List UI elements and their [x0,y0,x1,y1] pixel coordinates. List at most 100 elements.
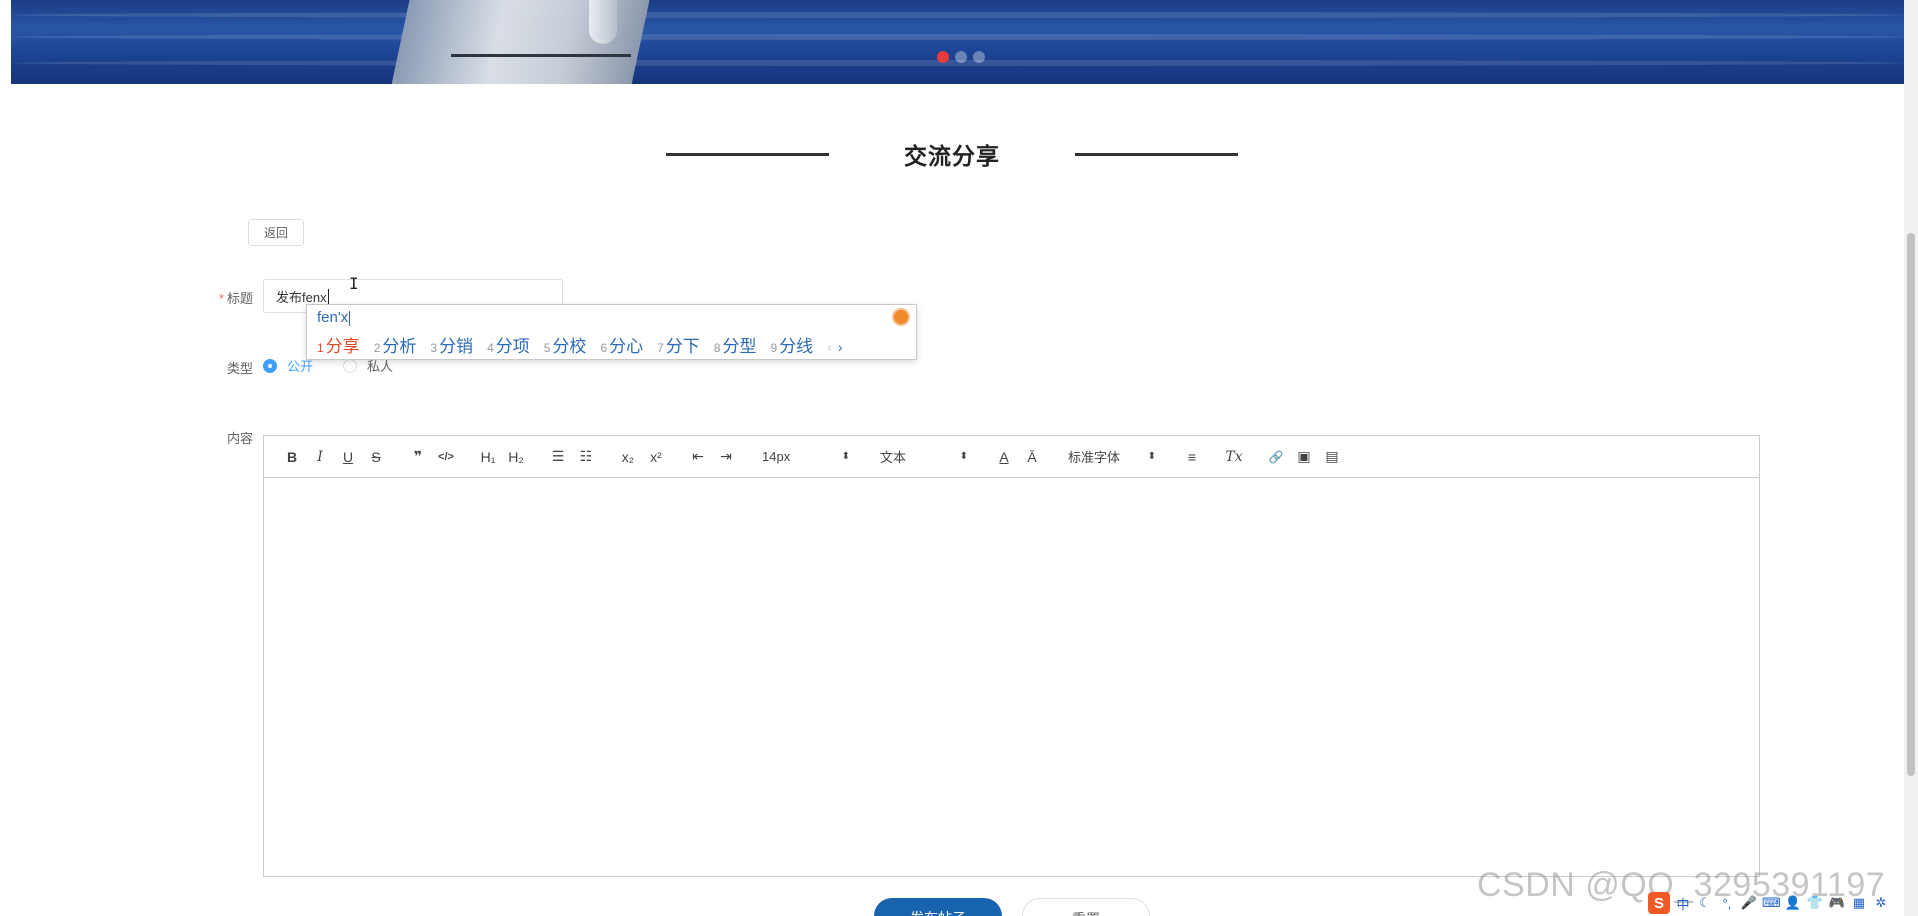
ime-pinyin: fen'x [317,309,351,326]
carousel-dot-1[interactable] [937,51,949,63]
ime-candidate-text: 分享 [325,337,360,356]
section-heading: 交流分享 [0,137,1904,171]
ime-tray: S 中 ☾ °, 🎤 ⌨ 👤 👕 🎮 ▦ ✲ [1648,892,1890,914]
ime-candidate-4[interactable]: 4 分项 [487,332,530,357]
editor-toolbar: B I U S ❞ </> H₁ H₂ ☰ ☷ x₂ x² ⇤ ⇥ 14px ⬍ … [264,436,1759,478]
underline-button[interactable]: U [334,445,362,469]
required-asterisk: * [218,291,224,306]
ime-candidate-num: 1 [317,341,324,355]
microphone-icon[interactable]: 🎤 [1740,895,1758,911]
link-icon[interactable]: 🔗 [1262,445,1290,469]
ime-candidate-6[interactable]: 6 分心 [600,332,643,357]
font-family-select[interactable]: 标准字体 ⬍ [1060,445,1164,469]
ime-candidate-text: 分销 [439,337,474,356]
ime-candidate-8[interactable]: 8 分型 [714,332,757,357]
ordered-list-icon[interactable]: ☰ [544,445,572,469]
outdent-icon[interactable]: ⇤ [684,445,712,469]
ime-candidate-text: 分型 [722,337,757,356]
user-icon[interactable]: 👤 [1784,895,1802,911]
ime-candidate-text: 分下 [665,337,700,356]
banner-wave [11,12,1904,18]
ime-logo-icon[interactable] [892,308,910,326]
page-title: 交流分享 [904,143,1000,169]
content-label: 内容 [226,431,253,446]
submit-post-button[interactable]: 发布帖子 [874,898,1002,916]
settings-icon[interactable]: ✲ [1872,895,1890,911]
ime-candidate-num: 3 [430,341,438,355]
heading-line-left [666,152,829,156]
radio-private-circle [343,358,358,373]
subscript-button[interactable]: x₂ [614,445,642,469]
heading-line-right [1075,152,1238,156]
header-1-button[interactable]: H₁ [474,445,502,469]
banner-pier-shadow [451,54,631,57]
ime-candidate-3[interactable]: 3 分销 [430,332,473,357]
ibeam-cursor-icon: I [349,274,359,293]
text-caret [327,288,329,304]
ime-candidate-text: 分校 [552,337,587,356]
grid-menu-icon[interactable]: ▦ [1850,895,1868,911]
text-color-icon[interactable]: A [990,445,1018,469]
ime-next-page-icon[interactable]: › [838,339,843,355]
ime-candidate-text: 分析 [382,337,417,356]
ime-prev-page-icon[interactable]: ‹ [827,339,832,355]
moon-icon[interactable]: ☾ [1696,895,1714,911]
header-2-button[interactable]: H₂ [502,445,530,469]
header-value: 文本 [880,450,907,465]
ime-candidate-num: 4 [487,341,494,355]
bold-button[interactable]: B [278,445,306,469]
ime-candidate-num: 9 [770,341,778,355]
ime-language-toggle[interactable]: 中 [1674,894,1692,913]
italic-button[interactable]: I [306,445,334,469]
ime-candidate-popup: fen'x 1 分享 2 分析 3 分销 4 分项 5 分校 6 分心 7 分下 8 分型 9分… [306,304,917,360]
blockquote-icon[interactable]: ❞ [404,445,432,469]
ime-candidate-num: 7 [657,341,664,355]
punctuation-icon[interactable]: °, [1718,896,1736,911]
skin-icon[interactable]: 👕 [1806,895,1824,911]
background-color-icon[interactable]: Ā [1018,445,1046,469]
chevron-updown-icon: ⬍ [959,451,968,462]
title-label: * 标题 [193,288,253,307]
indent-icon[interactable]: ⇥ [712,445,740,469]
page-scrollbar[interactable] [1904,0,1918,916]
editor-content-area[interactable] [264,478,1759,876]
carousel-dot-3[interactable] [973,51,985,63]
ime-candidate-num: 2 [373,341,381,355]
align-icon[interactable]: ≡ [1178,445,1206,469]
title-input-value: 发布fenx [276,289,327,305]
game-icon[interactable]: 🎮 [1828,895,1846,911]
ime-candidate-2[interactable]: 2 分析 [374,332,417,357]
ime-candidate-num: 8 [713,341,721,355]
banner-carousel [11,0,1904,84]
clean-format-icon[interactable]: Tx [1220,445,1248,469]
title-label-text: 标题 [226,291,253,306]
back-button[interactable]: 返回 [248,219,304,246]
sogou-logo-icon[interactable]: S [1648,892,1670,914]
banner-wave [11,34,1904,40]
carousel-dot-2[interactable] [955,51,967,63]
superscript-button[interactable]: x² [642,445,670,469]
image-icon[interactable]: ▣ [1290,445,1318,469]
ime-caret [349,310,351,326]
font-family-value: 标准字体 [1068,450,1121,465]
ime-candidate-1[interactable]: 1 分享 [317,332,360,357]
radio-public-circle [263,358,277,373]
ime-candidate-5[interactable]: 5 分校 [544,332,587,357]
header-select[interactable]: 文本 ⬍ [872,445,976,469]
bullet-list-icon[interactable]: ☷ [572,445,600,469]
type-label: 类型 [226,361,253,376]
code-block-icon[interactable]: </> [432,445,460,469]
ime-pinyin-text: fen'x [317,309,349,326]
ime-candidate-9[interactable]: 9 分线 [771,332,814,357]
reset-button[interactable]: 重置 [1022,898,1150,916]
ime-candidate-text: 分线 [779,337,814,356]
font-size-value: 14px [762,449,791,464]
banner-figure [589,0,617,44]
font-size-select[interactable]: 14px ⬍ [754,445,858,469]
chevron-updown-icon: ⬍ [1147,451,1156,462]
video-icon[interactable]: ▤ [1318,445,1346,469]
strike-button[interactable]: S [362,445,390,469]
scrollbar-thumb[interactable] [1907,233,1915,776]
ime-candidate-7[interactable]: 7 分下 [657,332,700,357]
keyboard-icon[interactable]: ⌨ [1762,895,1781,911]
